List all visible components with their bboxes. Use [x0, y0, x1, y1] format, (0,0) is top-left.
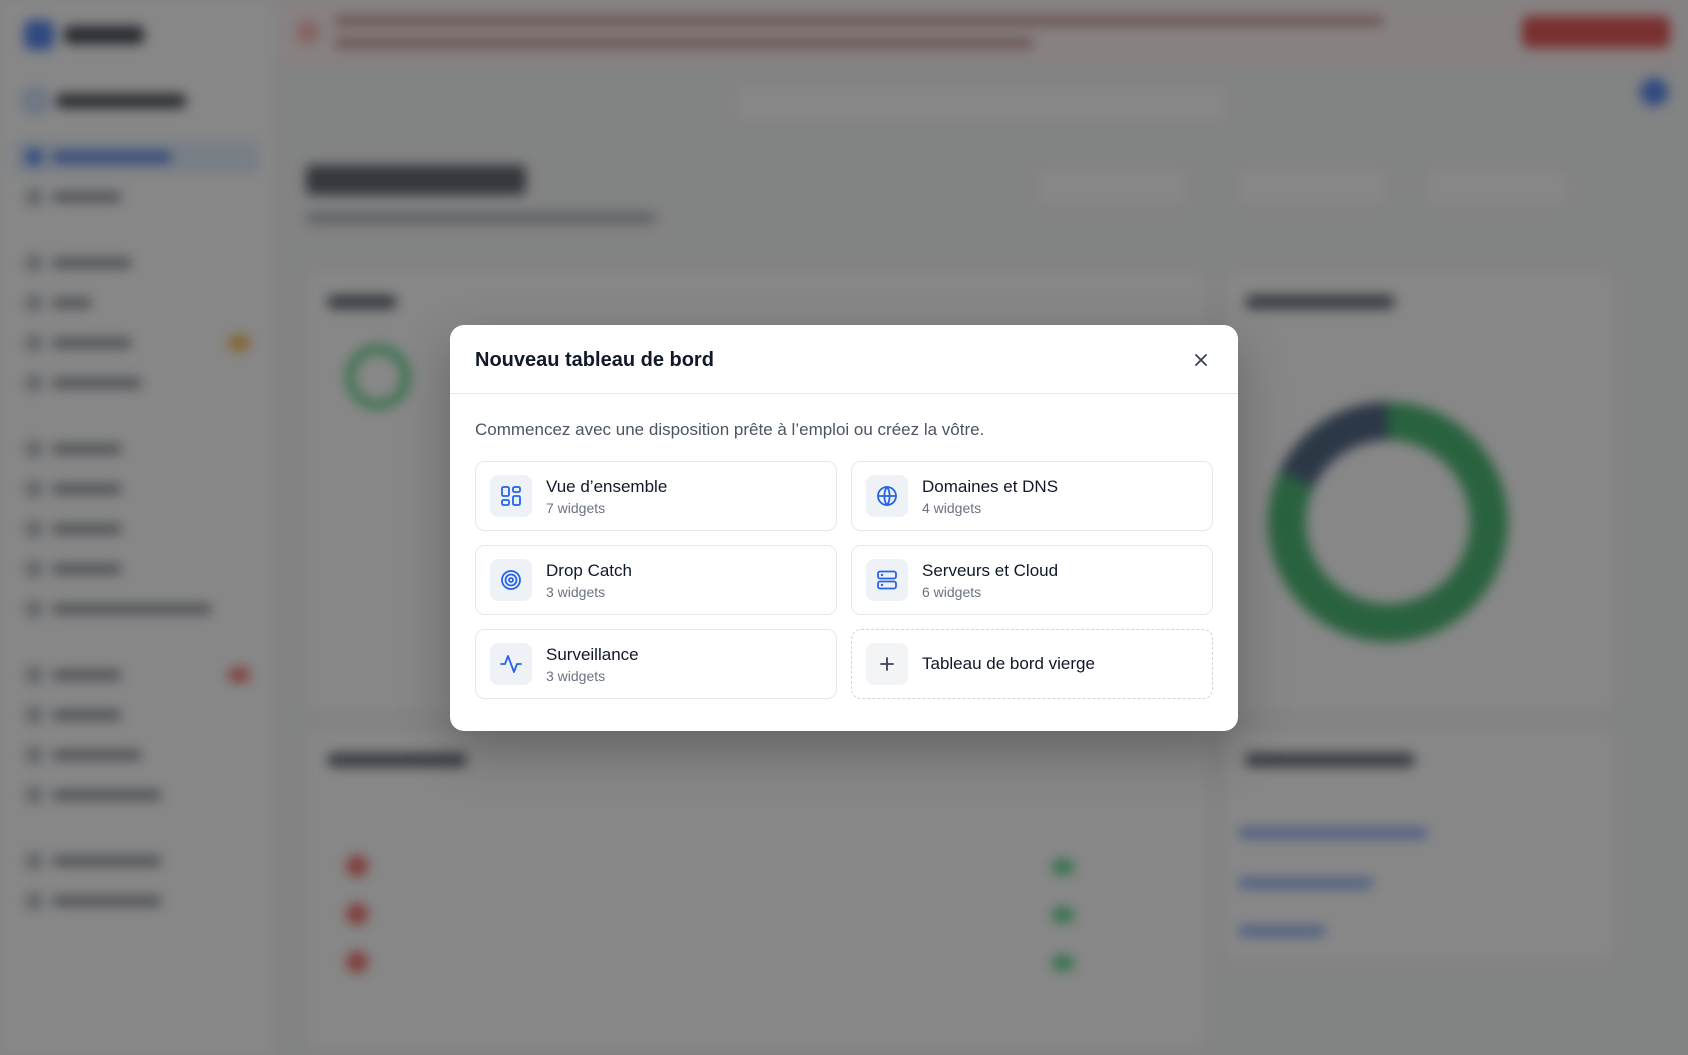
modal-title: Nouveau tableau de bord [475, 349, 714, 371]
template-widget-count: 7 widgets [546, 499, 606, 516]
modal-description: Commencez avec une disposition prête à l… [475, 420, 985, 439]
template-monitoring[interactable]: Surveillance 3 widgets [475, 629, 837, 699]
globe-icon [866, 475, 908, 517]
template-grid: Vue d’ensemble 7 widgets Domaines et DNS… [475, 461, 1213, 699]
template-servers-cloud[interactable]: Serveurs et Cloud 6 widgets [851, 545, 1213, 615]
template-name: Drop Catch [546, 560, 632, 580]
template-widget-count: 4 widgets [922, 499, 982, 516]
target-icon [490, 559, 532, 601]
template-widget-count: 3 widgets [546, 667, 606, 684]
plus-icon [866, 643, 908, 685]
modal-header: Nouveau tableau de bord [450, 325, 1238, 394]
layout-dashboard-icon [490, 475, 532, 517]
activity-icon [490, 643, 532, 685]
template-domains-dns[interactable]: Domaines et DNS 4 widgets [851, 461, 1213, 531]
template-overview[interactable]: Vue d’ensemble 7 widgets [475, 461, 837, 531]
close-button[interactable] [1190, 349, 1212, 371]
template-name: Vue d’ensemble [546, 476, 668, 496]
server-icon [866, 559, 908, 601]
template-name: Domaines et DNS [922, 476, 1059, 496]
close-icon [1195, 354, 1207, 366]
template-widget-count: 6 widgets [922, 583, 982, 600]
new-dashboard-modal: Nouveau tableau de bord Commencez avec u… [450, 325, 1238, 731]
template-name: Serveurs et Cloud [922, 560, 1059, 580]
template-drop-catch[interactable]: Drop Catch 3 widgets [475, 545, 837, 615]
template-name: Tableau de bord vierge [922, 654, 1095, 673]
template-blank[interactable]: Tableau de bord vierge [851, 629, 1213, 699]
template-name: Surveillance [546, 644, 639, 664]
template-widget-count: 3 widgets [546, 583, 606, 600]
